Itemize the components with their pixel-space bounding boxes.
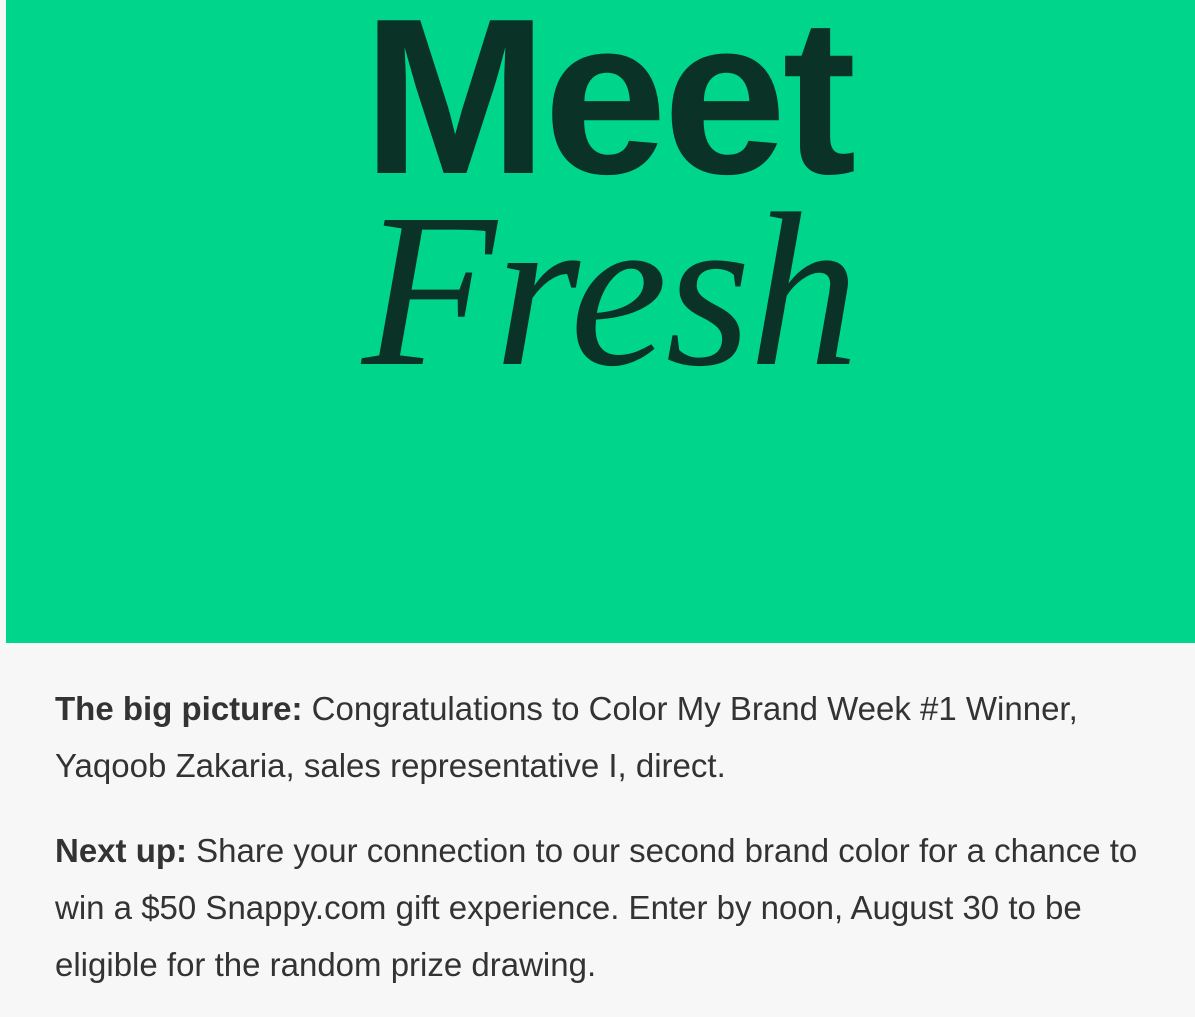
article-body: The big picture: Congratulations to Colo… bbox=[55, 680, 1165, 1017]
big-picture-paragraph: The big picture: Congratulations to Colo… bbox=[55, 680, 1165, 794]
next-up-paragraph: Next up: Share your connection to our se… bbox=[55, 822, 1165, 993]
hero-banner-image: Meet Fresh bbox=[6, 0, 1195, 643]
next-up-text: Share your connection to our second bran… bbox=[55, 832, 1138, 983]
next-up-lead: Next up: bbox=[55, 832, 187, 869]
big-picture-lead: The big picture: bbox=[55, 690, 303, 727]
hero-title-fresh: Fresh bbox=[361, 168, 859, 412]
